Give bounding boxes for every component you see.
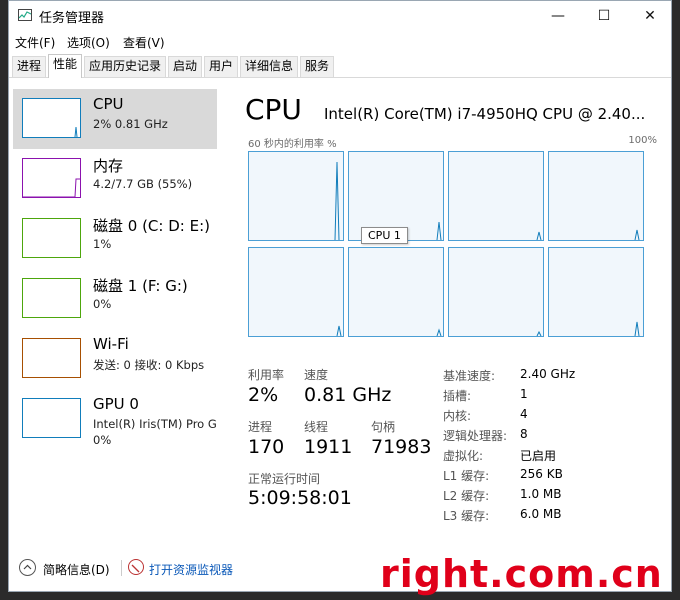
tab-details[interactable]: 详细信息: [240, 56, 299, 77]
utilization-value: 2%: [248, 384, 279, 406]
sidebar-item-subtext: 1%: [93, 237, 112, 251]
sidebar-item-label: Wi-Fi: [93, 335, 129, 353]
maximize-button[interactable]: ☐: [581, 1, 627, 31]
spec-label: 虚拟化:: [443, 449, 484, 463]
spec-label: 插槽:: [443, 389, 472, 403]
spec-value: 4: [520, 407, 528, 421]
cpu-model-name: Intel(R) Core(TM) i7-4950HQ CPU @ 2.40..…: [324, 105, 646, 123]
tab-services[interactable]: 服务: [300, 56, 335, 77]
spec-value: 8: [520, 427, 528, 441]
title-bar[interactable]: 任务管理器 — ☐ ✕: [9, 1, 671, 31]
sidebar-item-label: 内存: [93, 157, 124, 175]
sidebar-item-cpu[interactable]: CPU 2% 0.81 GHz: [13, 89, 217, 149]
resource-monitor-icon[interactable]: [128, 559, 144, 575]
tab-processes[interactable]: 进程: [12, 56, 47, 77]
menu-bar: 文件(F) 选项(O) 查看(V): [9, 31, 671, 53]
handles-label: 句柄: [371, 420, 396, 434]
sidebar-item-label: 磁盘 0 (C: D: E:): [93, 217, 210, 235]
spec-label: L1 缓存:: [443, 469, 490, 483]
close-button[interactable]: ✕: [627, 1, 671, 31]
sidebar-item-memory[interactable]: 内存 4.2/7.7 GB (55%): [13, 149, 217, 209]
fewer-details-button[interactable]: 简略信息(D): [43, 561, 110, 578]
watermark-text: right.com.cn: [380, 552, 663, 596]
spec-value: 已启用: [520, 449, 557, 463]
processes-label: 进程: [248, 420, 273, 434]
threads-value: 1911: [304, 436, 353, 458]
menu-view[interactable]: 查看(V): [123, 34, 165, 51]
spec-label: 逻辑处理器:: [443, 429, 508, 443]
task-manager-icon: [18, 9, 32, 21]
spec-label: 基准速度:: [443, 369, 496, 383]
menu-file[interactable]: 文件(F): [15, 34, 55, 51]
sidebar-item-subtext-2: 0%: [93, 433, 112, 447]
wifi-thumbnail-graph: [22, 338, 81, 378]
speed-value: 0.81 GHz: [304, 384, 392, 406]
core-graph-2[interactable]: [448, 151, 544, 241]
sidebar-item-subtext: 0%: [93, 297, 112, 311]
open-resource-monitor-link[interactable]: 打开资源监视器: [149, 561, 233, 578]
sidebar-item-label: 磁盘 1 (F: G:): [93, 277, 188, 295]
spec-value: 1.0 MB: [520, 487, 562, 501]
tab-bar: 进程 性能 应用历史记录 启动 用户 详细信息 服务: [9, 53, 671, 78]
uptime-label: 正常运行时间: [248, 472, 321, 486]
core-graph-4[interactable]: [248, 247, 344, 337]
tab-app-history[interactable]: 应用历史记录: [84, 56, 167, 77]
uptime-value: 5:09:58:01: [248, 487, 352, 509]
resource-sidebar: CPU 2% 0.81 GHz 内存 4.2/7.7 GB (55%) 磁盘 0…: [9, 78, 229, 538]
core-tooltip: CPU 1: [361, 227, 408, 244]
graph-caption: 60 秒内的利用率 %: [248, 139, 337, 150]
memory-thumbnail-graph: [22, 158, 81, 198]
core-graph-3[interactable]: [548, 151, 644, 241]
spec-value: 6.0 MB: [520, 507, 562, 521]
spec-label: 内核:: [443, 409, 472, 423]
spec-label: L3 缓存:: [443, 509, 490, 523]
handles-value: 71983: [371, 436, 432, 458]
core-graph-6[interactable]: [448, 247, 544, 337]
tab-startup[interactable]: 启动: [168, 56, 203, 77]
sidebar-item-gpu[interactable]: GPU 0 Intel(R) Iris(TM) Pro G 0%: [13, 389, 217, 455]
minimize-button[interactable]: —: [535, 1, 581, 31]
speed-label: 速度: [304, 368, 329, 382]
menu-options[interactable]: 选项(O): [67, 34, 110, 51]
tab-performance[interactable]: 性能: [48, 54, 83, 78]
sidebar-item-subtext: 2% 0.81 GHz: [93, 117, 168, 131]
sidebar-item-disk-0[interactable]: 磁盘 0 (C: D: E:) 1%: [13, 209, 217, 269]
gpu-thumbnail-graph: [22, 398, 81, 438]
disk-0-thumbnail-graph: [22, 218, 81, 258]
disk-1-thumbnail-graph: [22, 278, 81, 318]
spec-label: L2 缓存:: [443, 489, 490, 503]
sidebar-item-disk-1[interactable]: 磁盘 1 (F: G:) 0%: [13, 269, 217, 329]
sidebar-item-subtext: 4.2/7.7 GB (55%): [93, 177, 193, 191]
spec-value: 2.40 GHz: [520, 367, 576, 381]
cpu-thumbnail-graph: [22, 98, 81, 138]
sidebar-item-wifi[interactable]: Wi-Fi 发送: 0 接收: 0 Kbps: [13, 329, 217, 389]
page-title: CPU: [245, 93, 302, 126]
window-title: 任务管理器: [39, 11, 105, 26]
core-graph-7[interactable]: [548, 247, 644, 337]
chevron-up-icon[interactable]: [19, 559, 36, 576]
spec-value: 1: [520, 387, 528, 401]
sidebar-item-subtext: Intel(R) Iris(TM) Pro G: [93, 417, 217, 431]
graph-max-label: 100%: [628, 135, 657, 146]
processes-value: 170: [248, 436, 285, 458]
core-graph-5[interactable]: [348, 247, 444, 337]
sidebar-item-label: GPU 0: [93, 395, 139, 413]
cpu-detail-panel: CPU Intel(R) Core(TM) i7-4950HQ CPU @ 2.…: [235, 78, 669, 538]
threads-label: 线程: [304, 420, 329, 434]
sidebar-item-label: CPU: [93, 95, 124, 113]
tab-users[interactable]: 用户: [204, 56, 239, 77]
task-manager-window: 任务管理器 — ☐ ✕ 文件(F) 选项(O) 查看(V) 进程 性能 应用历史…: [8, 0, 672, 592]
sidebar-item-subtext: 发送: 0 接收: 0 Kbps: [93, 358, 205, 372]
utilization-label: 利用率: [248, 368, 285, 382]
logical-processor-graphs[interactable]: CPU 1: [248, 151, 648, 337]
core-graph-0[interactable]: [248, 151, 344, 241]
spec-value: 256 KB: [520, 467, 563, 481]
footer-divider: [121, 560, 122, 576]
